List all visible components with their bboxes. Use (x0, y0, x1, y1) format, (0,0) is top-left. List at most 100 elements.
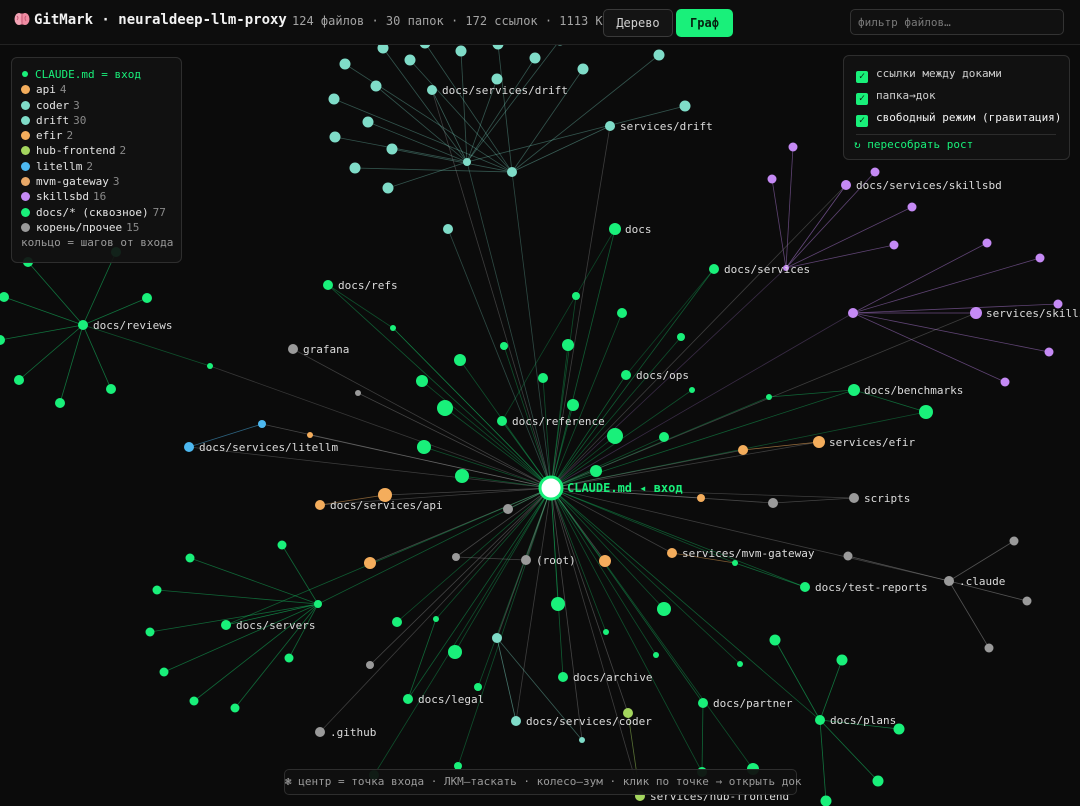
graph-node[interactable] (621, 370, 631, 380)
graph-node[interactable] (366, 661, 374, 669)
tree-view-button[interactable]: Дерево (603, 9, 673, 37)
graph-node[interactable] (404, 54, 416, 66)
graph-node[interactable] (403, 694, 413, 704)
graph-node[interactable] (815, 715, 825, 725)
graph-node[interactable] (307, 432, 313, 438)
graph-node[interactable] (919, 405, 933, 419)
graph-node[interactable] (323, 280, 333, 290)
graph-node[interactable] (889, 240, 899, 250)
graph-node[interactable] (836, 654, 848, 666)
graph-node[interactable] (454, 354, 466, 366)
rebuild-growth-button[interactable]: ↻ пересобрать рост (854, 138, 973, 151)
graph-node[interactable] (448, 645, 462, 659)
graph-node[interactable] (443, 224, 453, 234)
graph-node[interactable] (521, 555, 531, 565)
graph-node[interactable] (907, 202, 917, 212)
graph-node[interactable] (362, 116, 374, 128)
graph-node[interactable] (709, 264, 719, 274)
graph-view-button[interactable]: Граф (676, 9, 733, 37)
graph-node[interactable] (314, 600, 322, 608)
graph-node[interactable] (579, 737, 585, 743)
option-folder-doc[interactable]: ✓ папка→док (856, 89, 936, 105)
graph-node[interactable] (500, 342, 508, 350)
graph-node[interactable] (1000, 377, 1010, 387)
graph-node[interactable] (0, 335, 5, 345)
file-filter-input[interactable] (850, 9, 1064, 35)
graph-node[interactable] (558, 672, 568, 682)
graph-node[interactable] (849, 493, 859, 503)
entry-node[interactable] (538, 475, 564, 501)
graph-node[interactable] (492, 633, 502, 643)
graph-node[interactable] (590, 465, 602, 477)
graph-node[interactable] (551, 597, 565, 611)
graph-node[interactable] (982, 238, 992, 248)
graph-node[interactable] (984, 643, 994, 653)
graph-node[interactable] (732, 560, 738, 566)
graph-node[interactable] (184, 442, 194, 452)
graph-node[interactable] (370, 80, 382, 92)
graph-node[interactable] (659, 432, 669, 442)
graph-node[interactable] (349, 162, 361, 174)
graph-node[interactable] (609, 223, 621, 235)
graph-node[interactable] (572, 292, 580, 300)
graph-node[interactable] (1022, 596, 1032, 606)
graph-node[interactable] (142, 293, 152, 303)
graph-node[interactable] (820, 795, 832, 806)
graph-node[interactable] (507, 167, 517, 177)
graph-node[interactable] (848, 384, 860, 396)
graph-node[interactable] (106, 384, 116, 394)
graph-node[interactable] (185, 553, 195, 563)
graph-node[interactable] (848, 308, 858, 318)
graph-node[interactable] (491, 73, 503, 85)
graph-node[interactable] (189, 696, 199, 706)
graph-node[interactable] (841, 180, 851, 190)
graph-node[interactable] (617, 308, 627, 318)
graph-node[interactable] (392, 617, 402, 627)
graph-node[interactable] (78, 320, 88, 330)
graph-node[interactable] (511, 716, 521, 726)
graph-node[interactable] (653, 652, 659, 658)
graph-node[interactable] (698, 698, 708, 708)
graph-node[interactable] (766, 394, 772, 400)
graph-node[interactable] (607, 428, 623, 444)
graph-node[interactable] (433, 616, 439, 622)
graph-node[interactable] (800, 582, 810, 592)
graph-node[interactable] (328, 93, 340, 105)
graph-node[interactable] (427, 85, 437, 95)
graph-node[interactable] (657, 602, 671, 616)
option-doc-links[interactable]: ✓ ссылки между доками (856, 67, 1002, 83)
graph-node[interactable] (455, 45, 467, 57)
graph-node[interactable] (667, 548, 677, 558)
graph-node[interactable] (288, 344, 298, 354)
graph-node[interactable] (207, 363, 213, 369)
graph-node[interactable] (697, 494, 705, 502)
graph-node[interactable] (677, 333, 685, 341)
graph-node[interactable] (653, 49, 665, 61)
graph-node[interactable] (870, 167, 880, 177)
graph-node[interactable] (503, 504, 513, 514)
graph-node[interactable] (452, 553, 460, 561)
graph-node[interactable] (577, 63, 589, 75)
graph-node[interactable] (416, 375, 428, 387)
graph-node[interactable] (315, 727, 325, 737)
graph-node[interactable] (221, 620, 231, 630)
graph-node[interactable] (417, 440, 431, 454)
graph-node[interactable] (152, 585, 162, 595)
graph-node[interactable] (603, 629, 609, 635)
graph-node[interactable] (605, 121, 615, 131)
graph-node[interactable] (14, 375, 24, 385)
graph-node[interactable] (455, 469, 469, 483)
graph-node[interactable] (159, 667, 169, 677)
graph-node[interactable] (315, 500, 325, 510)
graph-node[interactable] (55, 398, 65, 408)
graph-node[interactable] (1044, 347, 1054, 357)
graph-node[interactable] (599, 555, 611, 567)
graph-node[interactable] (562, 339, 574, 351)
checkbox-checked-icon[interactable]: ✓ (856, 115, 868, 127)
graph-node[interactable] (768, 498, 778, 508)
graph-node[interactable] (689, 387, 695, 393)
graph-node[interactable] (230, 703, 240, 713)
graph-node[interactable] (382, 182, 394, 194)
graph-node[interactable] (386, 143, 398, 155)
graph-node[interactable] (788, 142, 798, 152)
